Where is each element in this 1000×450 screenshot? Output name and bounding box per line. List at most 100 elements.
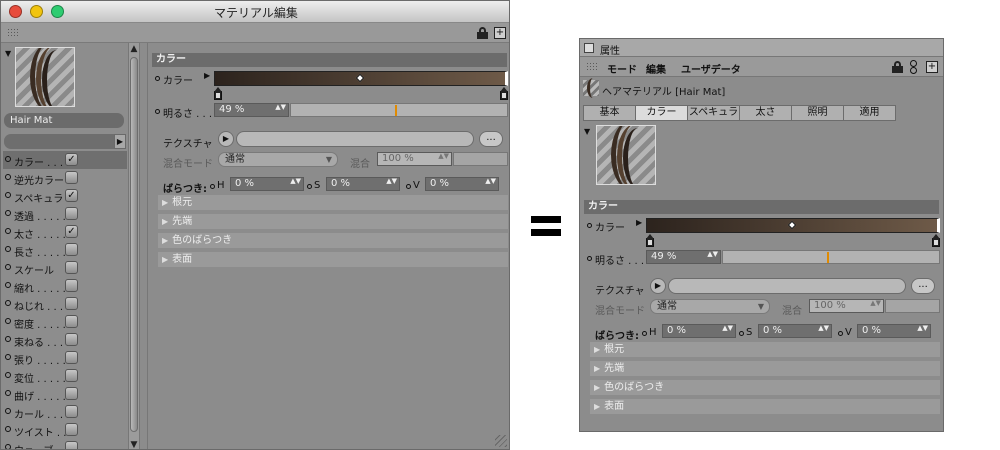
animate-dot[interactable] xyxy=(5,300,11,306)
channel-row[interactable]: カール . . . . xyxy=(3,403,127,421)
material-preview[interactable] xyxy=(596,125,656,185)
channel-row[interactable]: 張り . . . . . xyxy=(3,349,127,367)
texture-browse-button[interactable]: ... xyxy=(479,131,503,147)
tab-2[interactable]: スペキュラ xyxy=(687,105,740,121)
animate-dot[interactable] xyxy=(210,184,215,189)
animate-dot[interactable] xyxy=(838,331,843,336)
animate-dot[interactable] xyxy=(739,331,744,336)
channel-row[interactable]: 密度 . . . . . xyxy=(3,313,127,331)
color-gradient-bar[interactable] xyxy=(646,218,940,233)
menu-user-data[interactable]: ユーザデータ xyxy=(681,61,741,76)
header-checkbox[interactable] xyxy=(584,43,594,53)
channel-row[interactable]: カラー . . . . ✓ xyxy=(3,151,127,169)
channel-row[interactable]: 束ねる . . . . xyxy=(3,331,127,349)
fold-tip[interactable]: ▶ 先端 xyxy=(158,214,508,229)
h-input[interactable]: 0 % ▲▼ xyxy=(230,177,304,191)
channel-checkbox[interactable]: ✓ xyxy=(65,153,78,166)
s-input[interactable]: 0 % ▲▼ xyxy=(326,177,400,191)
animate-dot[interactable] xyxy=(5,264,11,270)
animate-dot[interactable] xyxy=(5,372,11,378)
spin-icon[interactable]: ▲▼ xyxy=(438,153,449,160)
channel-checkbox[interactable] xyxy=(65,387,78,400)
brightness-slider[interactable] xyxy=(290,103,508,117)
spin-icon[interactable]: ▲▼ xyxy=(870,300,881,307)
gradient-knot-icon[interactable] xyxy=(787,220,797,230)
spin-icon[interactable]: ▲▼ xyxy=(818,325,829,332)
link-icon[interactable] xyxy=(910,60,917,67)
texture-field[interactable] xyxy=(236,131,474,147)
channel-checkbox[interactable]: ✓ xyxy=(65,225,78,238)
animate-dot[interactable] xyxy=(587,223,592,228)
animate-dot[interactable] xyxy=(5,246,11,252)
animate-dot[interactable] xyxy=(5,318,11,324)
lock-icon[interactable] xyxy=(477,27,488,39)
v-input[interactable]: 0 % ▲▼ xyxy=(425,177,499,191)
menu-edit[interactable]: 編集 xyxy=(646,61,666,76)
fold-surface[interactable]: ▶ 表面 xyxy=(158,252,508,267)
channel-checkbox[interactable] xyxy=(65,297,78,310)
tab-3[interactable]: 太さ xyxy=(739,105,792,121)
texture-arrow-icon[interactable]: ▶ xyxy=(650,278,666,294)
title-bar[interactable]: マテリアル編集 xyxy=(1,1,509,23)
expand-arrow-icon[interactable]: ▶ xyxy=(636,218,642,227)
channel-row[interactable]: 透過 . . . . . xyxy=(3,205,127,223)
gradient-stop-right[interactable] xyxy=(932,234,940,247)
texture-browse-button[interactable]: ... xyxy=(911,278,935,294)
channel-row[interactable]: スペキュラ ✓ xyxy=(3,187,127,205)
gradient-stop-left[interactable] xyxy=(214,87,222,100)
mix-input[interactable]: 100 % ▲▼ xyxy=(809,299,884,313)
gradient-stop-right[interactable] xyxy=(500,87,508,100)
material-dropdown[interactable] xyxy=(4,134,114,149)
fold-color-variation[interactable]: ▶ 色のばらつき xyxy=(158,233,508,248)
animate-dot[interactable] xyxy=(406,184,411,189)
animate-dot[interactable] xyxy=(5,282,11,288)
channel-row[interactable]: ウェーブ . . . xyxy=(3,439,127,449)
channel-row[interactable]: 太さ . . . . . ✓ xyxy=(3,223,127,241)
animate-dot[interactable] xyxy=(155,76,160,81)
mix-slider[interactable] xyxy=(453,152,508,166)
animate-dot[interactable] xyxy=(5,354,11,360)
channel-checkbox[interactable] xyxy=(65,171,78,184)
spin-icon[interactable]: ▲▼ xyxy=(917,325,928,332)
material-name-field[interactable]: Hair Mat xyxy=(4,113,124,128)
tab-5[interactable]: 適用 xyxy=(843,105,896,121)
scroll-down-icon[interactable]: ▼ xyxy=(129,439,139,449)
channel-checkbox[interactable] xyxy=(65,315,78,328)
channel-checkbox[interactable] xyxy=(65,333,78,346)
new-panel-icon[interactable]: + xyxy=(926,61,938,73)
animate-dot[interactable] xyxy=(155,109,160,114)
animate-dot[interactable] xyxy=(5,336,11,342)
collapse-arrow-icon[interactable]: ▼ xyxy=(584,127,590,136)
animate-dot[interactable] xyxy=(5,174,11,180)
animate-dot[interactable] xyxy=(642,331,647,336)
collapse-arrow-icon[interactable]: ▼ xyxy=(5,49,11,58)
animate-dot[interactable] xyxy=(5,228,11,234)
scroll-up-icon[interactable]: ▲ xyxy=(129,43,139,55)
spin-icon[interactable]: ▲▼ xyxy=(485,178,496,185)
animate-dot[interactable] xyxy=(5,390,11,396)
spin-icon[interactable]: ▲▼ xyxy=(722,325,733,332)
channel-row[interactable]: 逆光カラー xyxy=(3,169,127,187)
material-preview[interactable] xyxy=(15,47,75,107)
tab-0[interactable]: 基本 xyxy=(583,105,636,121)
channel-checkbox[interactable] xyxy=(65,207,78,220)
brightness-input[interactable]: 49 % ▲▼ xyxy=(646,250,721,264)
texture-field[interactable] xyxy=(668,278,906,294)
animate-dot[interactable] xyxy=(5,156,11,162)
spin-icon[interactable]: ▲▼ xyxy=(386,178,397,185)
dropdown-arrow-icon[interactable]: ▶ xyxy=(114,134,126,149)
fold-root[interactable]: ▶ 根元 xyxy=(590,342,940,357)
channel-checkbox[interactable]: ✓ xyxy=(65,189,78,202)
menu-mode[interactable]: モード xyxy=(607,61,637,76)
texture-arrow-icon[interactable]: ▶ xyxy=(218,131,234,147)
spin-icon[interactable]: ▲▼ xyxy=(290,178,301,185)
animate-dot[interactable] xyxy=(307,184,312,189)
slider-marker[interactable] xyxy=(395,105,397,116)
h-input[interactable]: 0 % ▲▼ xyxy=(662,324,736,338)
animate-dot[interactable] xyxy=(5,192,11,198)
brightness-input[interactable]: 49 % ▲▼ xyxy=(214,103,289,117)
lock-icon[interactable] xyxy=(892,61,903,73)
channel-row[interactable]: ツイスト . . . xyxy=(3,421,127,439)
channel-checkbox[interactable] xyxy=(65,261,78,274)
grip-icon[interactable] xyxy=(7,28,19,38)
